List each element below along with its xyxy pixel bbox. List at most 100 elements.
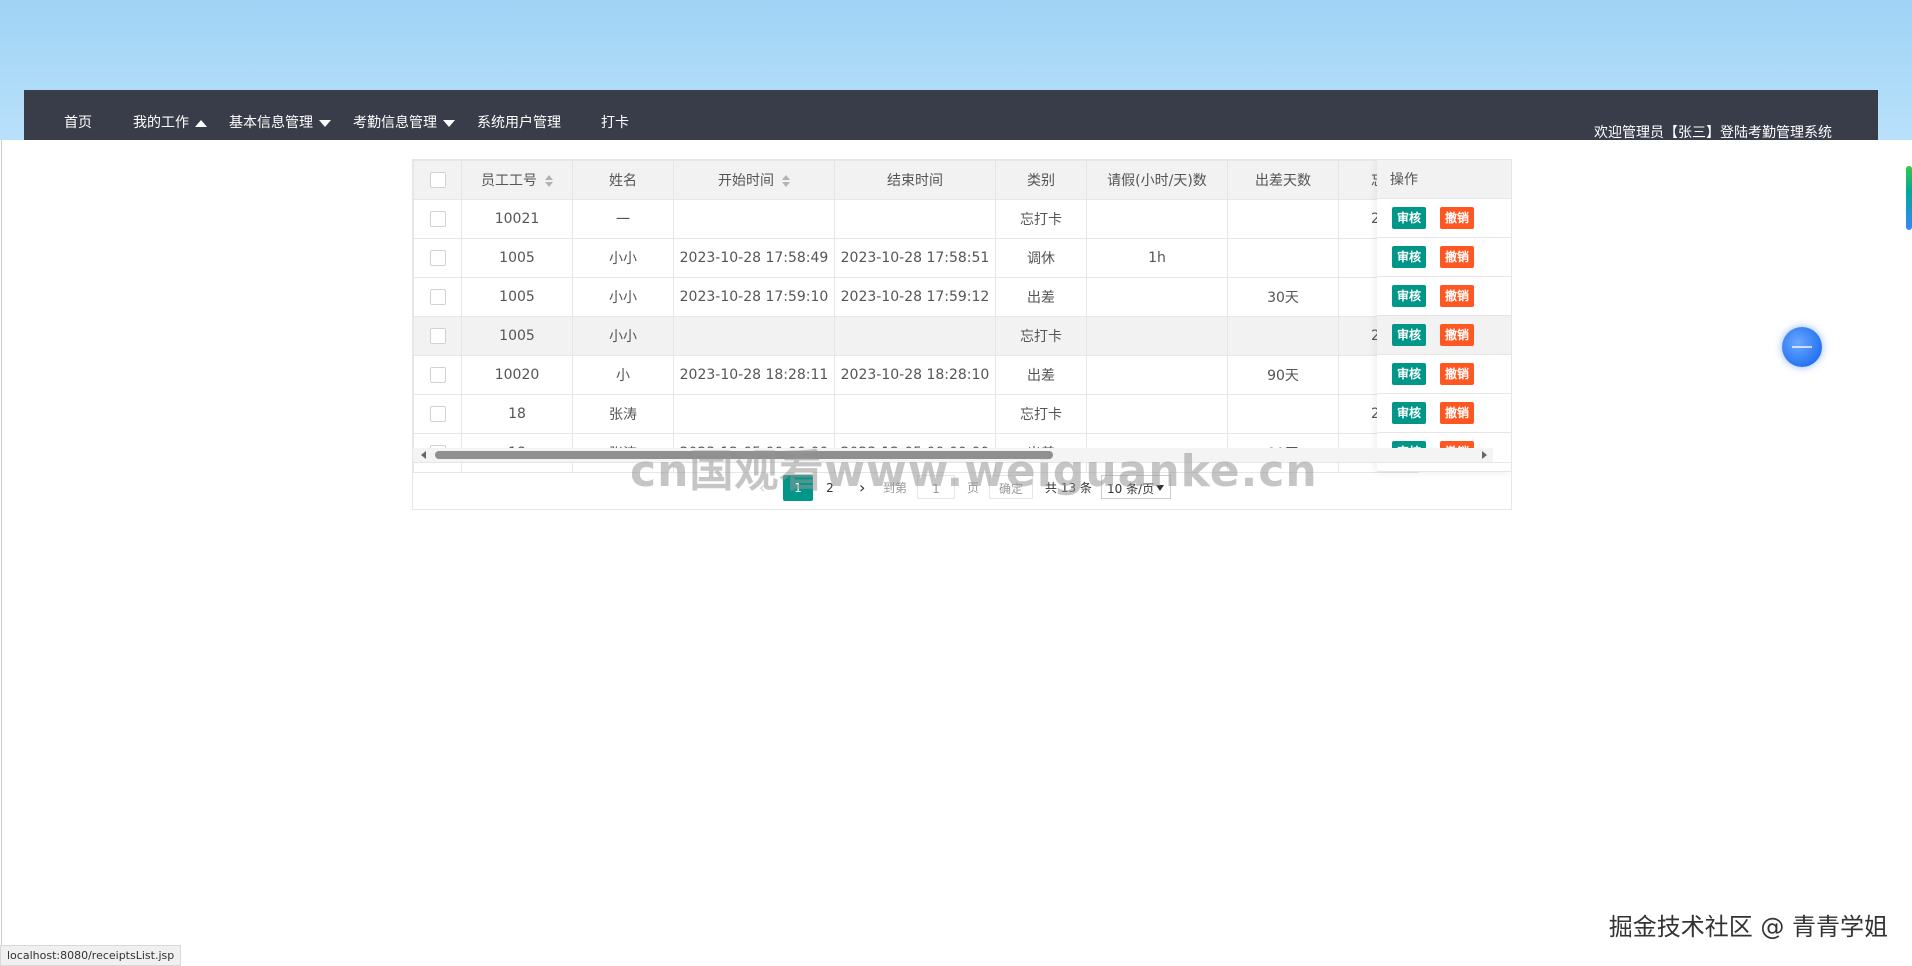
- action-row: 审核撤销: [1377, 277, 1511, 316]
- cell-leave: [1086, 199, 1228, 239]
- cell-leave: [1086, 394, 1228, 434]
- nav-item-attendance[interactable]: 考勤信息管理: [353, 112, 455, 132]
- cell-start-time: [673, 316, 835, 356]
- cell-leave: 1h: [1086, 238, 1228, 278]
- cell-name: 小小: [572, 238, 674, 278]
- status-bar-url: localhost:8080/receiptsList.jsp: [0, 945, 182, 966]
- window-edge: [1, 0, 2, 964]
- cell-employee-id: 1005: [461, 316, 573, 356]
- nav-item-my-work[interactable]: 我的工作: [133, 112, 207, 132]
- row-select-cell[interactable]: [413, 316, 462, 356]
- row-checkbox[interactable]: [429, 289, 446, 305]
- approve-button[interactable]: 审核: [1392, 246, 1427, 268]
- cell-employee-id: 18: [461, 394, 573, 434]
- select-all-checkbox[interactable]: [429, 172, 446, 188]
- table-row[interactable]: 18 张涛 忘打卡 2: [413, 394, 1419, 434]
- cell-end-time: 2023-10-28 18:28:10: [834, 355, 996, 395]
- cell-type: 出差: [995, 277, 1087, 317]
- top-navbar: 首页 我的工作 基本信息管理 考勤信息管理 系统用户管理 打卡 欢迎管理员【张三…: [24, 90, 1878, 141]
- cell-name: 张涛: [572, 394, 674, 434]
- chevron-down-icon: [443, 119, 455, 127]
- scroll-left-icon[interactable]: [421, 451, 426, 459]
- cell-start-time: [673, 199, 835, 239]
- row-select-cell[interactable]: [413, 394, 462, 434]
- cell-employee-id: 1005: [461, 238, 573, 278]
- side-tab[interactable]: [1906, 166, 1912, 230]
- action-row: 审核撤销: [1377, 355, 1511, 394]
- watermark-text: cn国观看www.weiguanke.cn: [630, 446, 1318, 497]
- row-checkbox[interactable]: [429, 211, 446, 227]
- revoke-button[interactable]: 撤销: [1440, 363, 1475, 385]
- cell-leave: [1086, 316, 1228, 356]
- col-header-start-time[interactable]: 开始时间: [673, 160, 835, 200]
- cell-name: 小小: [572, 316, 674, 356]
- cell-employee-id: 10021: [461, 199, 573, 239]
- cell-type: 忘打卡: [995, 394, 1087, 434]
- chevron-up-icon: [195, 119, 207, 127]
- row-checkbox[interactable]: [429, 328, 446, 344]
- corner-watermark: 掘金技术社区 @ 青青学姐: [1608, 913, 1888, 941]
- row-checkbox[interactable]: [429, 367, 446, 383]
- cell-end-time: 2023-10-28 17:59:12: [834, 277, 996, 317]
- revoke-button[interactable]: 撤销: [1440, 207, 1475, 229]
- chevron-down-icon: [319, 119, 331, 127]
- row-checkbox[interactable]: [429, 406, 446, 422]
- table-row[interactable]: 1005 小小 2023-10-28 17:58:49 2023-10-28 17:5…: [413, 238, 1419, 278]
- revoke-button[interactable]: 撤销: [1440, 324, 1475, 346]
- action-row: 审核撤销: [1377, 238, 1511, 277]
- table-row[interactable]: 1005 小小 忘打卡 2: [413, 316, 1419, 356]
- nav-item-system-users[interactable]: 系统用户管理: [477, 112, 561, 132]
- nav-item-clock-in[interactable]: 打卡: [601, 112, 629, 132]
- row-checkbox[interactable]: [429, 250, 446, 266]
- col-header-employee-id[interactable]: 员工工号: [461, 160, 573, 200]
- col-header-type: 类别: [995, 160, 1087, 200]
- nav-item-home[interactable]: 首页: [64, 112, 92, 132]
- sort-icon[interactable]: [545, 175, 553, 187]
- scroll-right-icon[interactable]: [1482, 451, 1487, 459]
- col-header-trip-days: 出差天数: [1227, 160, 1339, 200]
- cell-start-time: 2023-10-28 18:28:11: [673, 355, 835, 395]
- action-row: 审核撤销: [1377, 199, 1511, 238]
- approve-button[interactable]: 审核: [1392, 402, 1427, 424]
- cell-name: 小: [572, 355, 674, 395]
- table-row[interactable]: 10021 一忘打卡 2: [413, 199, 1419, 239]
- action-row: 审核撤销: [1377, 394, 1511, 433]
- approve-button[interactable]: 审核: [1392, 285, 1427, 307]
- cell-end-time: [834, 199, 996, 239]
- welcome-text: 欢迎管理员【张三】登陆考勤管理系统: [1594, 125, 1832, 141]
- cell-leave: [1086, 277, 1228, 317]
- cell-type: 忘打卡: [995, 199, 1087, 239]
- select-all-cell[interactable]: [413, 160, 462, 200]
- cell-trip-days: [1227, 199, 1339, 239]
- cell-end-time: 2023-10-28 17:58:51: [834, 238, 996, 278]
- cell-name: 小小: [572, 277, 674, 317]
- cell-type: 出差: [995, 355, 1087, 395]
- floating-assistant-button[interactable]: [1782, 327, 1822, 367]
- revoke-button[interactable]: 撤销: [1440, 246, 1475, 268]
- table-row[interactable]: 10020 小 2023-10-28 18:28:11 2023-10-28 18:2…: [413, 355, 1419, 395]
- cell-employee-id: 10020: [461, 355, 573, 395]
- cell-end-time: [834, 394, 996, 434]
- row-select-cell[interactable]: [413, 355, 462, 395]
- revoke-button[interactable]: 撤销: [1440, 285, 1475, 307]
- fixed-action-column: 操作 审核撤销审核撤销审核撤销审核撤销审核撤销审核撤销审核撤销: [1377, 160, 1511, 472]
- cell-trip-days: 90天: [1227, 355, 1339, 395]
- approve-button[interactable]: 审核: [1392, 207, 1427, 229]
- approve-button[interactable]: 审核: [1392, 363, 1427, 385]
- action-row: 审核撤销: [1377, 316, 1511, 355]
- cell-start-time: 2023-10-28 17:59:10: [673, 277, 835, 317]
- table-row[interactable]: 1005 小小 2023-10-28 17:59:10 2023-10-28 17:5…: [413, 277, 1419, 317]
- sort-icon[interactable]: [782, 175, 790, 187]
- row-select-cell[interactable]: [413, 238, 462, 278]
- revoke-button[interactable]: 撤销: [1440, 402, 1475, 424]
- col-header-name: 姓名: [572, 160, 674, 200]
- cell-type: 忘打卡: [995, 316, 1087, 356]
- nav-item-basic-info[interactable]: 基本信息管理: [229, 112, 331, 132]
- row-select-cell[interactable]: [413, 199, 462, 239]
- cell-employee-id: 1005: [461, 277, 573, 317]
- receipts-table: 员工工号 姓名 开始时间 结束时间 类别 请假(小时/天)数 出差天数 忘 10…: [413, 160, 1419, 473]
- row-select-cell[interactable]: [413, 277, 462, 317]
- cell-name: 一: [572, 199, 674, 239]
- approve-button[interactable]: 审核: [1392, 324, 1427, 346]
- cell-trip-days: [1227, 394, 1339, 434]
